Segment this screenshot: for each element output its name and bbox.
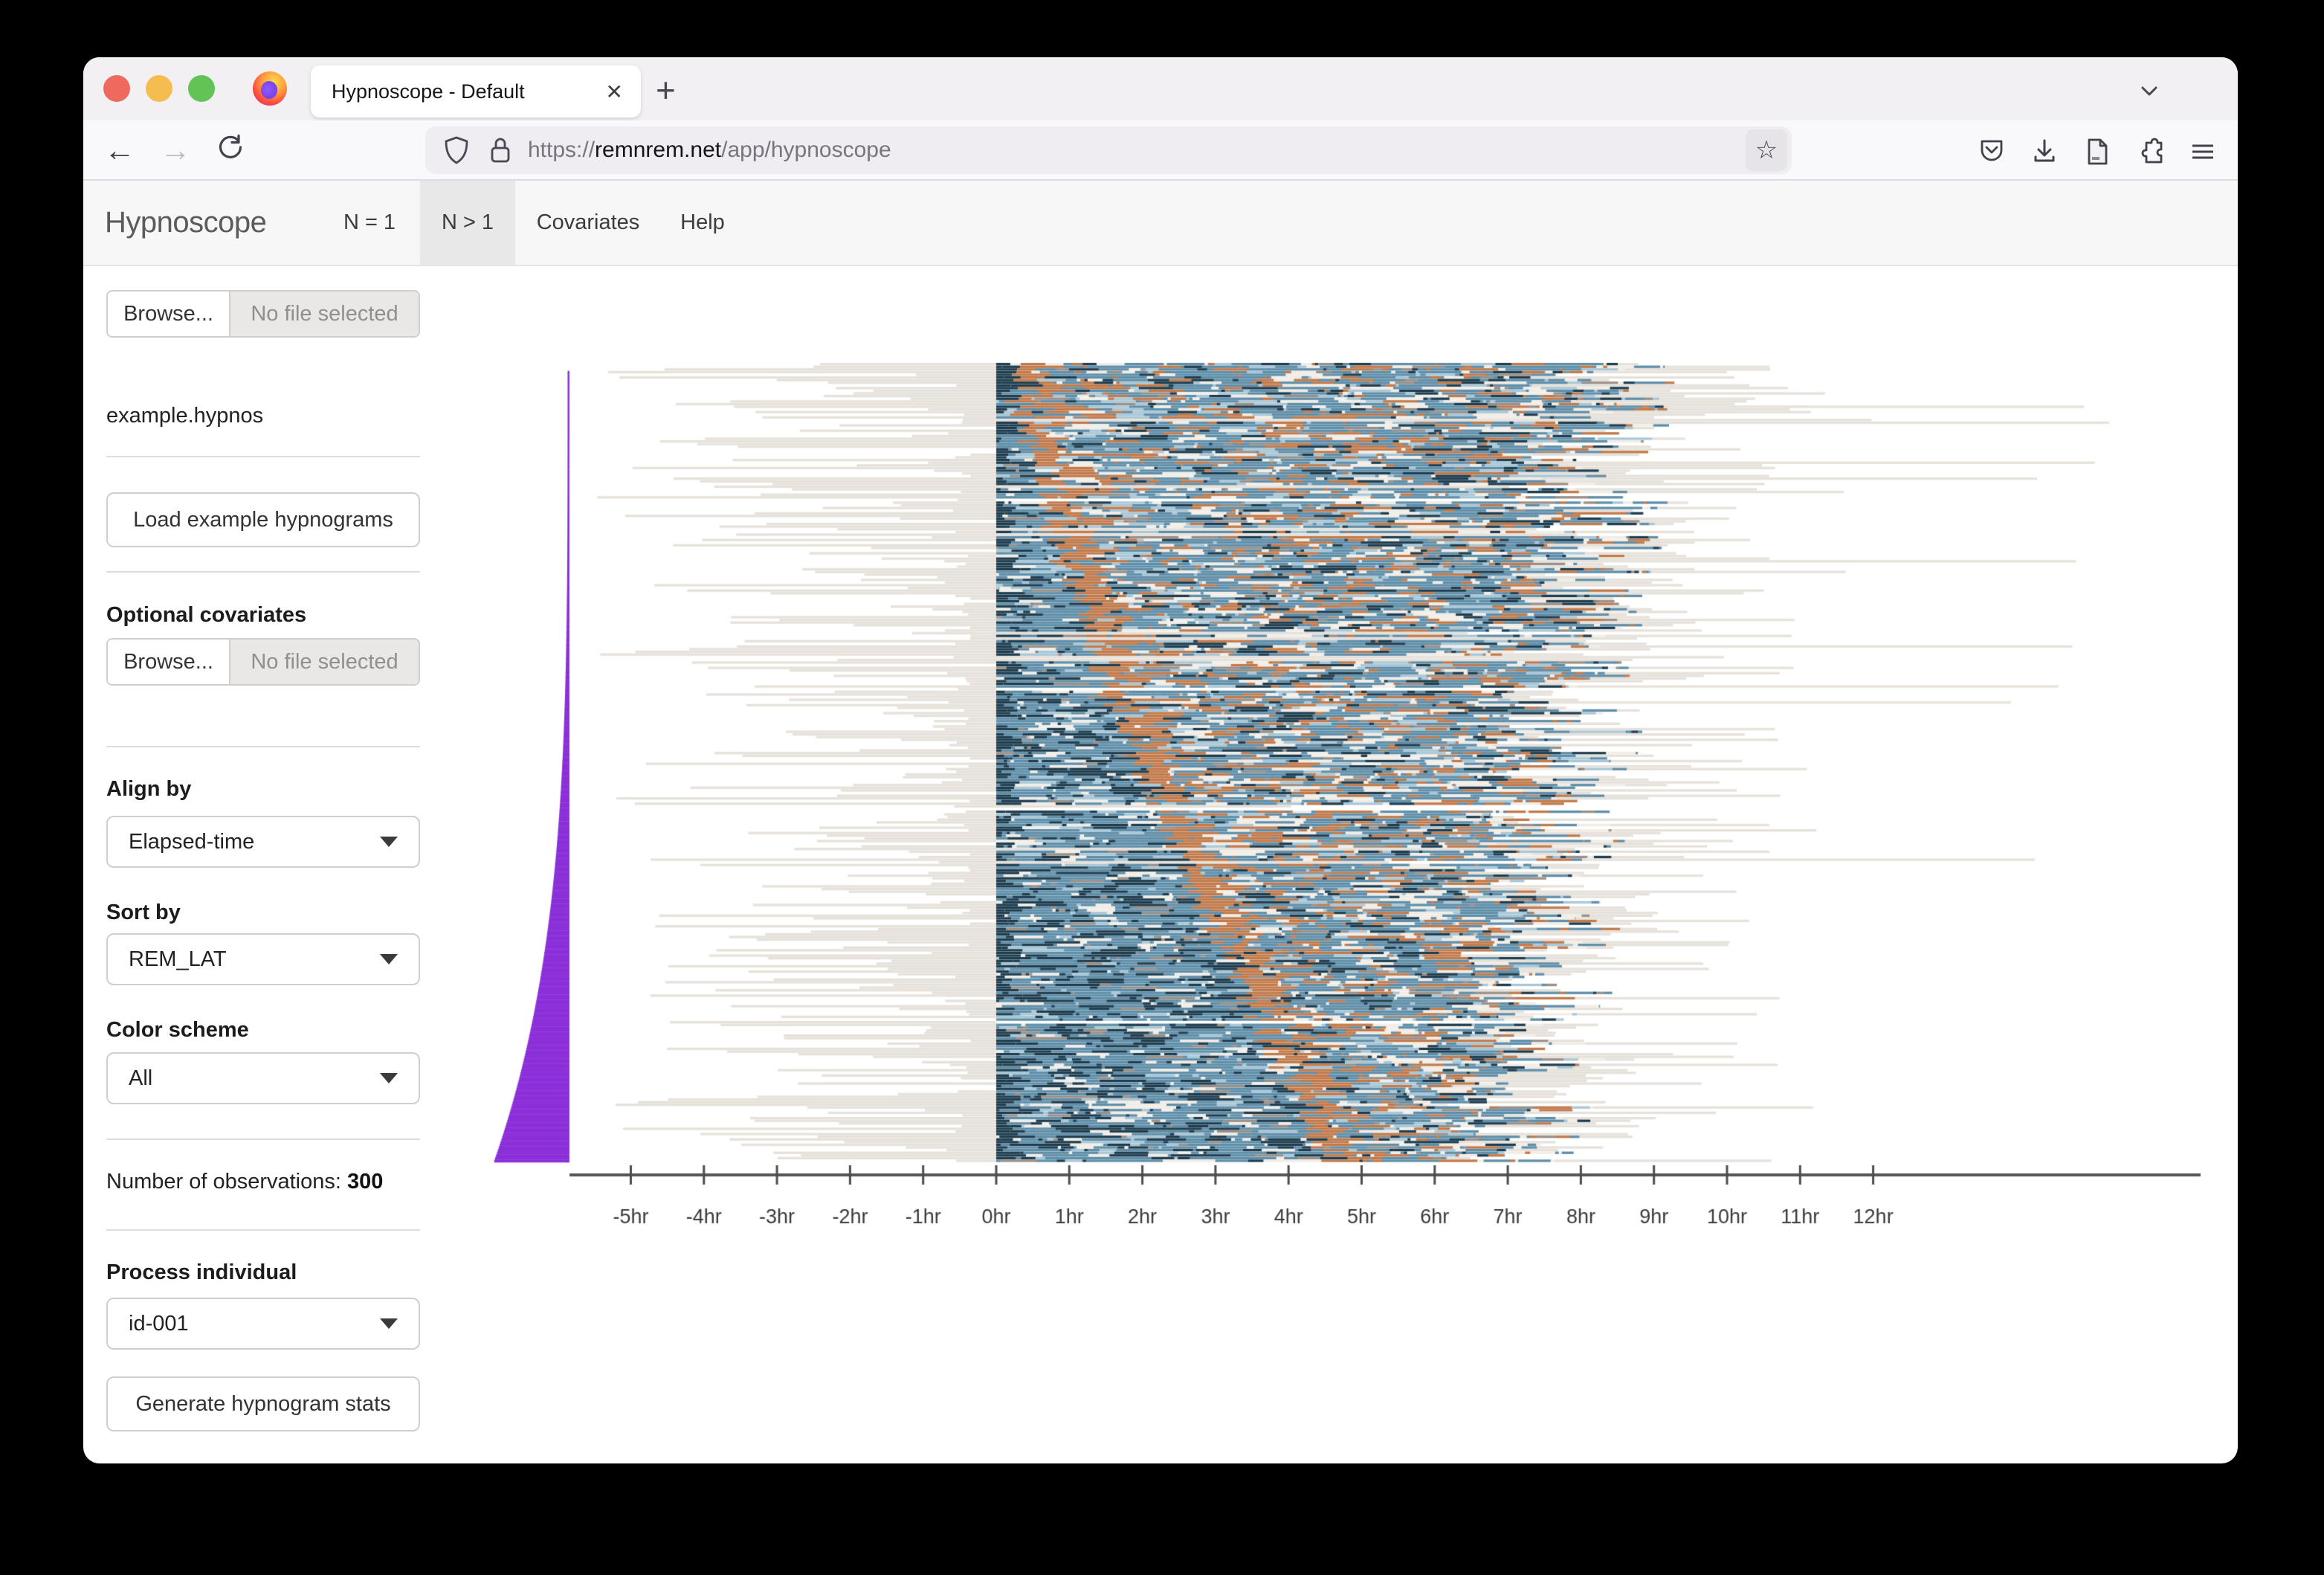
hypnogram-file-input[interactable]: Browse... No file selected: [106, 290, 420, 338]
covariates-label: Optional covariates: [106, 603, 420, 628]
chevron-down-icon: [380, 1073, 398, 1083]
sort-by-select[interactable]: REM_LAT: [106, 933, 420, 985]
chevron-down-icon: [380, 1318, 398, 1329]
browse-button[interactable]: Browse...: [108, 640, 230, 684]
divider: [106, 746, 420, 747]
url-bar[interactable]: https://remnrem.net/app/hypnoscope ☆: [425, 126, 1792, 174]
browse-button[interactable]: Browse...: [108, 292, 230, 336]
align-by-select[interactable]: Elapsed-time: [106, 816, 420, 868]
url-path: /app/hypnoscope: [721, 138, 891, 162]
divider: [106, 571, 420, 573]
file-input-placeholder: No file selected: [230, 640, 419, 684]
color-scheme-value: All: [129, 1066, 152, 1091]
pocket-icon[interactable]: [1975, 135, 2008, 168]
covariates-file-input[interactable]: Browse... No file selected: [106, 638, 420, 686]
color-scheme-select[interactable]: All: [106, 1052, 420, 1104]
tab-covariates[interactable]: Covariates: [534, 181, 642, 265]
generate-stats-button[interactable]: Generate hypnogram stats: [106, 1376, 420, 1431]
sort-by-label: Sort by: [106, 901, 420, 925]
chevron-down-icon: [380, 837, 398, 847]
divider: [106, 1138, 420, 1140]
shield-icon[interactable]: [443, 135, 470, 165]
browser-window: Hypnoscope - Default ✕ + ← → https://rem…: [83, 57, 2238, 1463]
tab-help[interactable]: Help: [669, 181, 736, 265]
menu-hamburger-icon[interactable]: [2186, 135, 2219, 168]
load-example-button[interactable]: Load example hypnograms: [106, 492, 420, 547]
extensions-puzzle-icon[interactable]: [2134, 135, 2166, 168]
new-tab-button[interactable]: +: [656, 70, 676, 110]
url-text[interactable]: https://remnrem.net/app/hypnoscope: [528, 138, 891, 163]
divider: [106, 1229, 420, 1231]
observation-count: Number of observations: 300: [106, 1170, 420, 1194]
tab-n-greater-1[interactable]: N > 1: [420, 181, 515, 265]
observation-count-label: Number of observations:: [106, 1170, 347, 1194]
tab-close-icon[interactable]: ✕: [606, 80, 623, 104]
align-by-label: Align by: [106, 777, 420, 802]
process-individual-label: Process individual: [106, 1260, 420, 1285]
divider: [106, 456, 420, 457]
bookmark-star-icon[interactable]: ☆: [1746, 129, 1787, 171]
file-input-placeholder: No file selected: [230, 292, 419, 336]
sidebar: Browse... No file selected example.hypno…: [106, 57, 420, 1463]
download-icon[interactable]: [2028, 135, 2061, 168]
lock-icon[interactable]: [488, 135, 513, 165]
process-individual-value: id-001: [129, 1312, 189, 1336]
sort-by-value: REM_LAT: [129, 947, 227, 972]
align-by-value: Elapsed-time: [129, 830, 254, 854]
color-scheme-label: Color scheme: [106, 1018, 420, 1043]
chevron-down-icon: [380, 954, 398, 964]
tab-list-chevron-icon[interactable]: [2137, 78, 2162, 103]
reader-page-icon[interactable]: [2081, 135, 2114, 168]
example-file-name: example.hypnos: [106, 404, 420, 428]
url-domain: remnrem.net: [595, 138, 721, 162]
url-protocol: https://: [528, 138, 595, 162]
observation-count-value: 300: [347, 1170, 383, 1194]
process-individual-select[interactable]: id-001: [106, 1298, 420, 1350]
hypnogram-heatmap-chart: [491, 342, 2238, 1249]
